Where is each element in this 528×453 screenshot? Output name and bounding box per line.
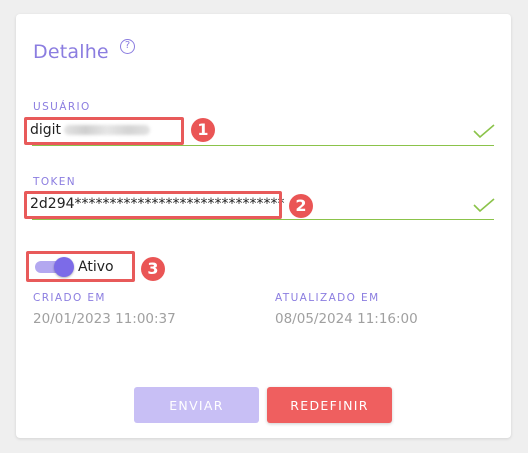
send-button[interactable]: ENVIAR [134, 387, 259, 423]
check-icon [473, 198, 495, 212]
created-label: CRIADO EM [33, 292, 106, 304]
updated-value: 08/05/2024 11:16:00 [275, 311, 418, 327]
annotation-marker-3: 3 [141, 257, 165, 281]
highlight-box-1 [24, 117, 184, 145]
annotation-marker-2: 2 [289, 194, 313, 218]
check-icon [473, 124, 495, 138]
token-field-label: TOKEN [33, 176, 77, 188]
created-value: 20/01/2023 11:00:37 [33, 311, 176, 327]
highlight-box-3 [26, 251, 135, 282]
help-circle-icon[interactable]: ? [120, 39, 135, 54]
user-field-underline [32, 145, 494, 146]
highlight-box-2 [24, 191, 282, 219]
page-title: Detalhe [33, 41, 109, 63]
detail-card: Detalhe ? USUÁRIO digit 1 TOKEN 2d294***… [16, 14, 511, 438]
annotation-marker-1: 1 [191, 118, 215, 142]
updated-label: ATUALIZADO EM [275, 292, 380, 304]
user-field-label: USUÁRIO [33, 101, 91, 113]
token-field-underline [32, 219, 494, 220]
reset-button[interactable]: REDEFINIR [267, 387, 392, 423]
